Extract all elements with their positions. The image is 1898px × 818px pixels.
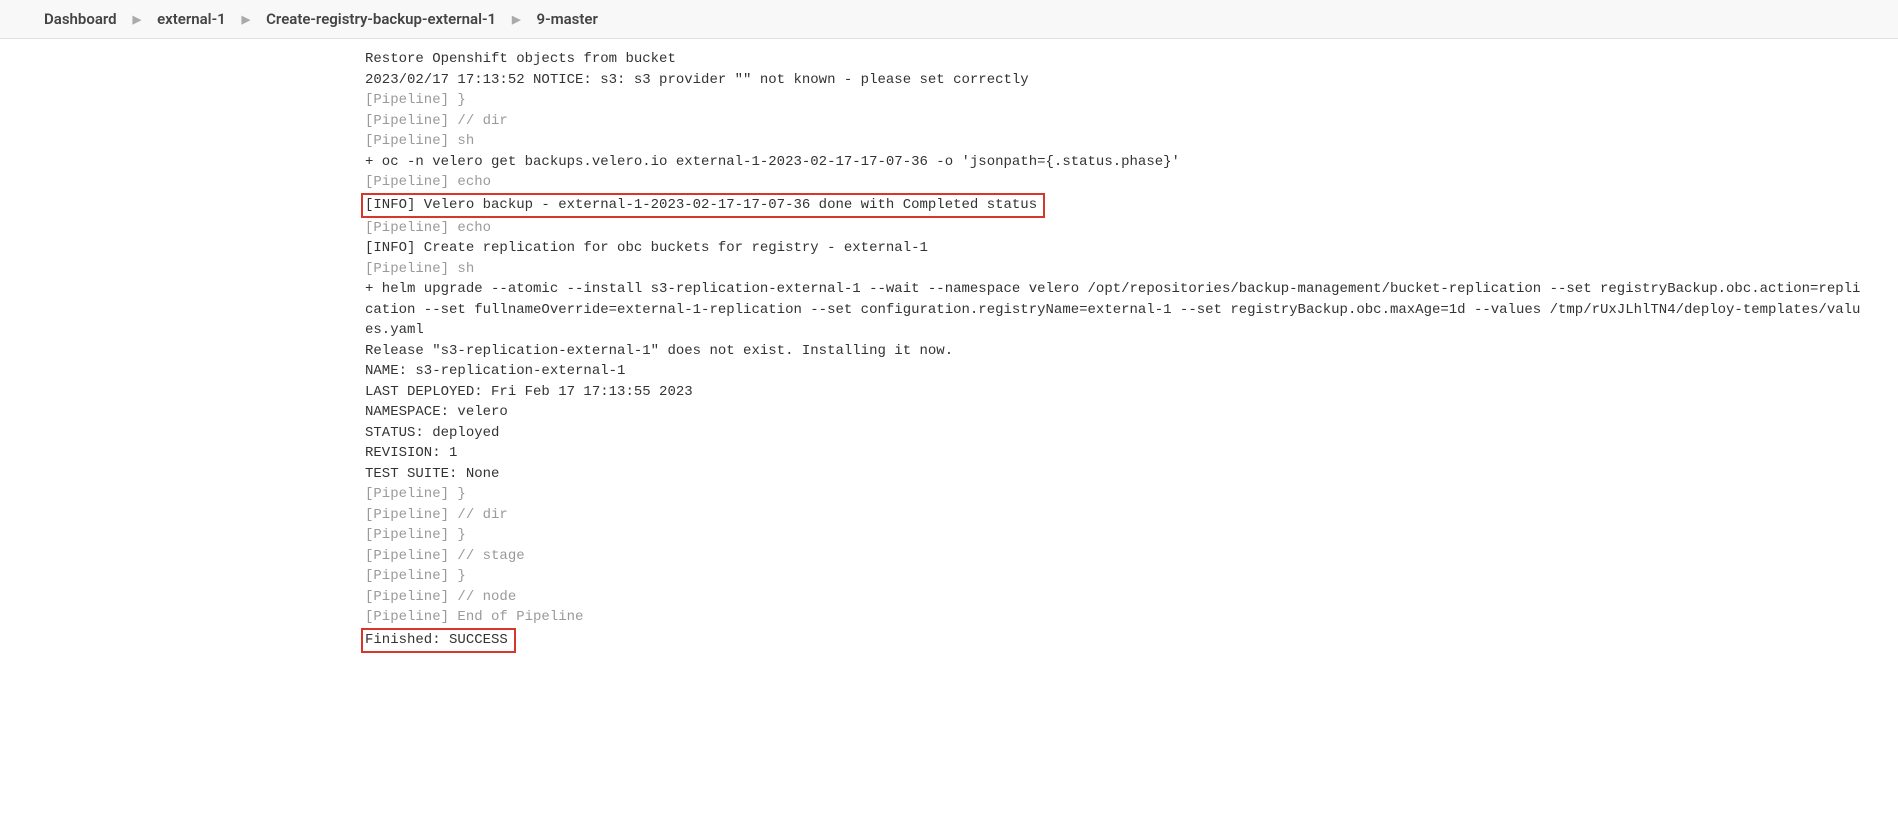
console-output: Restore Openshift objects from bucket202…: [0, 39, 1898, 693]
console-line: + helm upgrade --atomic --install s3-rep…: [365, 279, 1865, 341]
console-line: TEST SUITE: None: [365, 464, 1898, 485]
console-line: NAMESPACE: velero: [365, 402, 1898, 423]
console-line: [Pipeline] End of Pipeline: [365, 607, 1898, 628]
console-line: [Pipeline] // dir: [365, 505, 1898, 526]
console-line: 2023/02/17 17:13:52 NOTICE: s3: s3 provi…: [365, 70, 1898, 91]
console-line: [Pipeline] }: [365, 566, 1898, 587]
console-line: [Pipeline] // node: [365, 587, 1898, 608]
console-line: NAME: s3-replication-external-1: [365, 361, 1898, 382]
console-line: [Pipeline] }: [365, 525, 1898, 546]
console-line: [INFO] Create replication for obc bucket…: [365, 238, 1898, 259]
breadcrumb-item-job[interactable]: Create-registry-backup-external-1: [262, 8, 500, 30]
console-line-highlight: [INFO] Velero backup - external-1-2023-0…: [361, 193, 1045, 218]
console-line: [Pipeline] }: [365, 484, 1898, 505]
console-line: STATUS: deployed: [365, 423, 1898, 444]
console-line: [Pipeline] // stage: [365, 546, 1898, 567]
console-line: [Pipeline] }: [365, 90, 1898, 111]
console-line: REVISION: 1: [365, 443, 1898, 464]
console-line: [Pipeline] sh: [365, 131, 1898, 152]
breadcrumb-item-dashboard[interactable]: Dashboard: [40, 8, 121, 30]
console-line: + oc -n velero get backups.velero.io ext…: [365, 152, 1898, 173]
console-line: LAST DEPLOYED: Fri Feb 17 17:13:55 2023: [365, 382, 1898, 403]
chevron-right-icon: ▶: [504, 13, 528, 26]
console-line-highlight: Finished: SUCCESS: [361, 628, 516, 653]
console-line: Release "s3-replication-external-1" does…: [365, 341, 1898, 362]
console-line: [Pipeline] echo: [365, 218, 1898, 239]
console-line: Restore Openshift objects from bucket: [365, 49, 1898, 70]
chevron-right-icon: ▶: [234, 13, 258, 26]
console-line: [Pipeline] sh: [365, 259, 1898, 280]
chevron-right-icon: ▶: [125, 13, 149, 26]
console-line: [Pipeline] echo: [365, 172, 1898, 193]
console-line: [Pipeline] // dir: [365, 111, 1898, 132]
breadcrumb-item-build[interactable]: 9-master: [533, 8, 602, 30]
breadcrumb: Dashboard ▶ external-1 ▶ Create-registry…: [0, 0, 1898, 39]
breadcrumb-item-project[interactable]: external-1: [153, 8, 230, 30]
